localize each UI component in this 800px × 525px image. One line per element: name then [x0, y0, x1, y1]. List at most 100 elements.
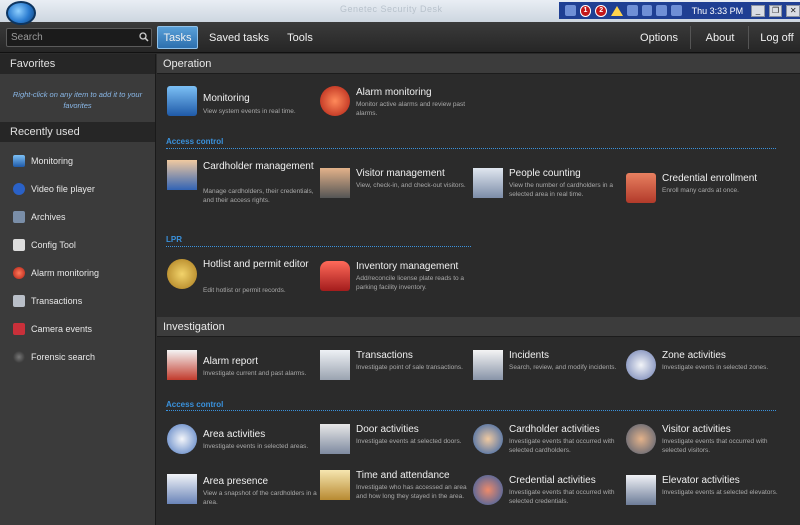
task-elevator-activities[interactable]: Elevator activities Investigate events a… [626, 475, 778, 515]
recent-item-camera-events[interactable]: Camera events [13, 321, 92, 337]
globe-icon[interactable] [656, 5, 667, 16]
tab-tasks[interactable]: Tasks [157, 26, 198, 49]
task-description: View, check-in, and check-out visitors. [356, 182, 466, 189]
task-description: Add/reconcile license plate reads to a p… [356, 275, 465, 291]
task-description: Investigate events in selected areas. [203, 443, 309, 450]
minimize-button[interactable]: _ [751, 4, 765, 17]
main-toolbar: Tasks Saved tasks Tools Options About Lo… [0, 22, 800, 53]
task-description: Investigate point of sale transactions. [356, 364, 463, 371]
recent-item-alarm-monitoring[interactable]: Alarm monitoring [13, 265, 99, 281]
task-description: Enroll many cards at once. [662, 187, 739, 194]
cardholder-clock-icon [473, 424, 503, 454]
task-inventory-management[interactable]: Inventory management Add/reconcile licen… [320, 261, 470, 301]
recently-used-heading: Recently used [0, 122, 155, 142]
task-monitoring[interactable]: Monitoring View system events in real ti… [167, 86, 317, 126]
task-visitor-management[interactable]: Visitor management View, check-in, and c… [320, 168, 470, 208]
recent-item-archives[interactable]: Archives [13, 209, 66, 225]
alarm-icon [320, 86, 350, 116]
group-divider [166, 148, 776, 149]
task-title: Door activities [356, 424, 419, 435]
recent-item-label: Archives [31, 212, 66, 222]
zone-icon [626, 350, 656, 380]
recent-item-monitoring[interactable]: Monitoring [13, 153, 73, 169]
task-time-and-attendance[interactable]: Time and attendance Investigate who has … [320, 470, 470, 510]
task-title: People counting [509, 168, 581, 179]
task-zone-activities[interactable]: Zone activities Investigate events in se… [626, 350, 776, 390]
task-people-counting[interactable]: People counting View the number of cardh… [473, 168, 623, 208]
task-cardholder-activities[interactable]: Cardholder activities Investigate events… [473, 424, 623, 464]
task-cardholder-management[interactable]: Cardholder management Manage cardholders… [167, 160, 317, 204]
task-title: Credential enrollment [662, 173, 758, 184]
task-incidents[interactable]: Incidents Search, review, and modify inc… [473, 350, 623, 390]
network-icon[interactable] [627, 5, 638, 16]
log-off-button[interactable]: Log off [754, 26, 800, 49]
task-transactions[interactable]: Transactions Investigate point of sale t… [320, 350, 470, 390]
notification-badge-2[interactable]: 2 [595, 4, 608, 17]
task-credential-enrollment[interactable]: Credential enrollment Enroll many cards … [626, 173, 776, 213]
visitor-icon [320, 168, 350, 198]
task-description: Investigate events that occurred with se… [662, 438, 768, 454]
recent-item-config-tool[interactable]: Config Tool [13, 237, 76, 253]
tab-tools[interactable]: Tools [280, 26, 320, 49]
task-title: Visitor activities [662, 424, 731, 435]
group-divider [166, 246, 471, 247]
task-title: Inventory management [356, 261, 459, 272]
door-icon [320, 424, 350, 454]
task-description: Investigate events in selected zones. [662, 364, 769, 371]
tab-saved-tasks[interactable]: Saved tasks [206, 26, 272, 49]
task-hotlist-permit-editor[interactable]: Hotlist and permit editor Edit hotlist o… [167, 259, 317, 299]
about-button[interactable]: About [696, 26, 744, 49]
task-door-activities[interactable]: Door activities Investigate events at se… [320, 424, 470, 464]
close-button[interactable]: ✕ [786, 4, 800, 17]
favorites-heading: Favorites [0, 54, 155, 74]
sidebar: Favorites Right-click on any item to add… [0, 54, 156, 525]
task-alarm-report[interactable]: Alarm report Investigate current and pas… [167, 350, 317, 390]
task-description: Investigate current and past alarms. [203, 370, 307, 377]
notification-badge-1[interactable]: 1 [579, 4, 592, 17]
recent-item-label: Alarm monitoring [31, 268, 100, 278]
volume-icon[interactable] [641, 5, 653, 16]
task-credential-activities[interactable]: Credential activities Investigate events… [473, 475, 623, 515]
phone-icon[interactable] [671, 5, 682, 16]
monitor-icon [167, 86, 197, 116]
search-icon[interactable] [139, 32, 149, 42]
task-title: Incidents [509, 350, 550, 361]
app-tray-icon[interactable] [565, 5, 576, 16]
task-area-presence[interactable]: Area presence View a snapshot of the car… [167, 474, 317, 514]
credential-clock-icon [473, 475, 503, 505]
warning-icon[interactable] [611, 5, 624, 16]
task-area-activities[interactable]: Area activities Investigate events in se… [167, 424, 317, 464]
cardholder-icon [167, 160, 197, 190]
film-reel-icon [13, 211, 25, 223]
camera-events-icon [13, 323, 25, 335]
task-title: Monitoring [203, 93, 250, 104]
recent-item-transactions[interactable]: Transactions [13, 293, 82, 309]
task-title: Time and attendance [356, 470, 450, 481]
task-description: Investigate events at selected elevators… [662, 489, 778, 496]
monitor-icon [13, 155, 25, 167]
task-description: Investigate events at selected doors. [356, 438, 462, 445]
window-titlebar: Genetec Security Desk 1 2 Thu 3:33 PM _ … [0, 0, 800, 22]
task-title: Credential activities [509, 475, 596, 486]
clock: Thu 3:33 PM [691, 5, 744, 16]
recent-item-video-file-player[interactable]: Video file player [13, 181, 95, 197]
car-icon [320, 261, 350, 291]
app-logo-icon[interactable] [6, 1, 36, 25]
register-icon [13, 295, 25, 307]
search-input[interactable] [7, 29, 137, 46]
task-title: Cardholder management [203, 161, 314, 172]
register-icon [320, 350, 350, 380]
section-operation: Operation [157, 54, 800, 74]
task-title: Area activities [203, 429, 266, 440]
task-alarm-monitoring[interactable]: Alarm monitoring Monitor active alarms a… [320, 86, 470, 126]
badge-star-icon [167, 259, 197, 289]
restore-button[interactable]: ❐ [768, 4, 783, 17]
recent-item-forensic-search[interactable]: Forensic search [13, 349, 95, 365]
task-title: Visitor management [356, 168, 445, 179]
options-button[interactable]: Options [632, 26, 686, 49]
task-visitor-activities[interactable]: Visitor activities Investigate events th… [626, 424, 776, 464]
task-description: Manage cardholders, their credentials, a… [203, 188, 314, 204]
elevator-icon [626, 475, 656, 505]
task-description: View a snapshot of the cardholders in a … [203, 490, 317, 506]
task-title: Cardholder activities [509, 424, 600, 435]
